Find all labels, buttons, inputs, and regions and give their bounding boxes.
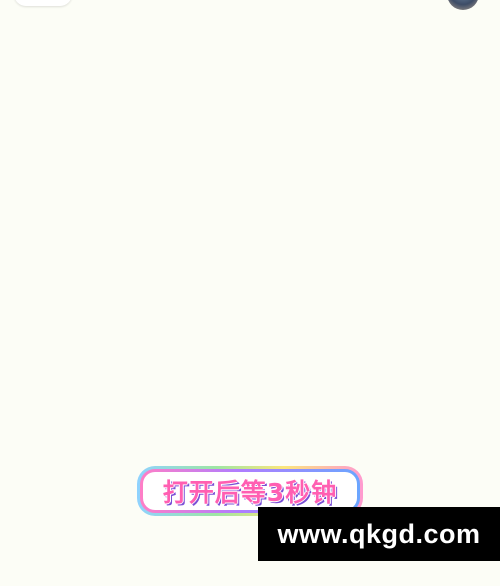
avatar[interactable] bbox=[447, 0, 479, 10]
caption-sticker-core: 打开后等3秒钟 bbox=[143, 472, 357, 510]
watermark-text: www.qkgd.com bbox=[277, 518, 481, 549]
watermark: www.qkgd.com bbox=[258, 507, 500, 561]
top-header-strip bbox=[0, 0, 500, 10]
back-pill-button[interactable] bbox=[14, 0, 72, 6]
caption-text: 打开后等3秒钟 bbox=[162, 478, 338, 507]
